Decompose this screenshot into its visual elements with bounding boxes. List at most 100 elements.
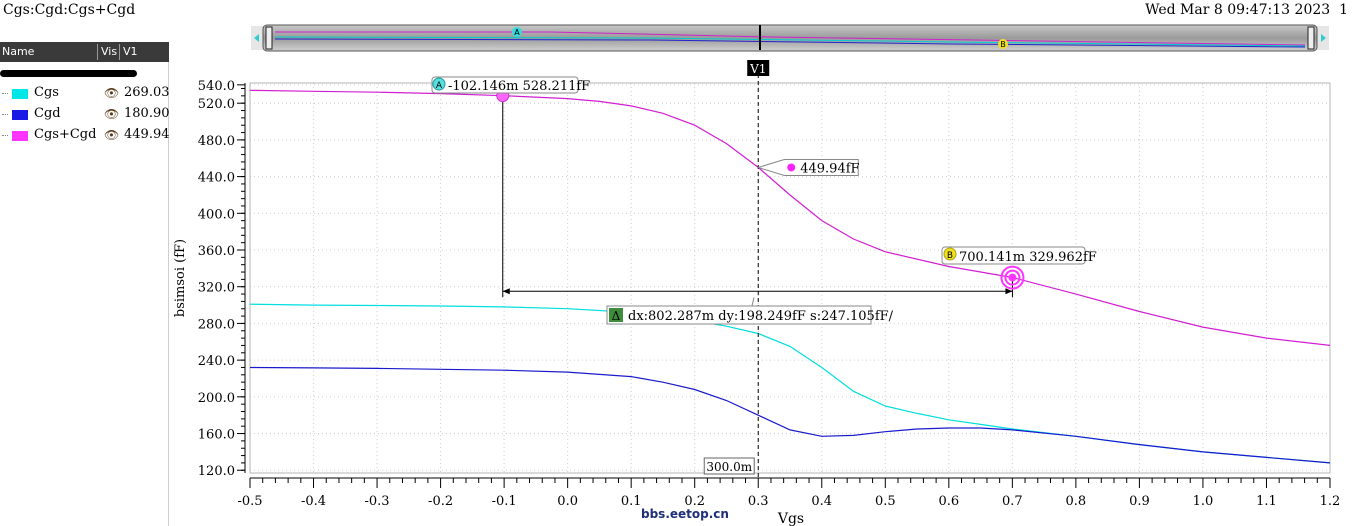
overview-marker-b-label: B	[1000, 40, 1006, 49]
delta-symbol: Δ	[612, 309, 621, 323]
legend-name: Cgd	[34, 106, 61, 121]
x-tick-label: -0.4	[301, 494, 326, 509]
x-tick-label: 1.1	[1256, 494, 1277, 509]
marker-a-callout	[431, 76, 579, 94]
series-line-cgd	[249, 366, 1331, 464]
delta-arrow-right-icon	[1005, 288, 1013, 295]
overlay: V1 300.0m 449.94fF Δ dx:802.287m dy:198.249f…	[431, 60, 1097, 478]
legend-value: 269.034	[124, 85, 169, 100]
tree-connector	[2, 114, 8, 115]
legend-swatch	[12, 89, 28, 99]
header-separator	[97, 44, 98, 60]
series-group	[249, 89, 1331, 464]
marker-b-letter: B	[947, 251, 953, 261]
y-tick-label: 120.0	[198, 464, 235, 479]
y-tick-label: 520.0	[198, 97, 235, 112]
legend-header-v1[interactable]: V1	[123, 45, 138, 58]
header-separator	[119, 44, 120, 60]
legend-swatch	[12, 110, 28, 120]
x-tick-label: 0.0	[557, 494, 578, 509]
cursor-x-label: 300.0m	[706, 460, 752, 474]
legend-name: Cgs	[34, 85, 59, 100]
marker-b-target-icon	[1008, 273, 1017, 282]
x-tick-label: 0.7	[1002, 494, 1023, 509]
x-tick-label: -0.5	[237, 494, 262, 509]
watermark: bbs.eetop.cn	[641, 507, 729, 521]
x-tick-label: -0.2	[428, 494, 453, 509]
cursor-point-dot	[787, 163, 796, 172]
marker-b-badge	[943, 247, 957, 261]
plot-frame	[249, 82, 1331, 474]
series-line-cgs	[249, 303, 1331, 464]
x-tick-label: -0.3	[365, 494, 390, 509]
overview-thumb[interactable]	[262, 24, 1318, 52]
overview-right-handle[interactable]	[1307, 26, 1315, 50]
legend-scrollbar[interactable]	[0, 70, 137, 77]
x-tick-label: 0.9	[1129, 494, 1150, 509]
marker-b-callout	[941, 246, 1086, 265]
y-tick-label: 160.0	[198, 428, 235, 443]
legend-swatch	[12, 131, 28, 141]
overview-scroller[interactable]: A B	[251, 23, 1329, 53]
marker-b-target-icon	[1004, 269, 1021, 286]
cursor-x-tag	[703, 457, 755, 475]
x-tick-label: 0.5	[875, 494, 896, 509]
series-line-cgs-cgd	[249, 89, 1331, 346]
y-tick-label: 440.0	[198, 171, 235, 186]
eye-icon[interactable]: 👁	[104, 107, 119, 121]
delta-badge	[609, 308, 623, 322]
x-tick-label: -0.1	[492, 494, 517, 509]
y-tick-label: 200.0	[198, 391, 235, 406]
eye-icon[interactable]: 👁	[104, 86, 119, 100]
legend-item-cgs[interactable]: Cgs 👁 269.034	[0, 85, 169, 103]
y-tick-label: 280.0	[198, 317, 235, 332]
legend-header-vis[interactable]: Vis	[101, 45, 117, 58]
y-tick-label: 240.0	[198, 354, 235, 369]
x-axis-label: Vgs	[777, 511, 804, 526]
y-tick-label: 540.0	[198, 79, 235, 94]
y-tick-label: 360.0	[198, 244, 235, 259]
page-number: 1	[1339, 2, 1348, 18]
delta-label: dx:802.287m dy:198.249fF s:247.105fF/	[628, 309, 894, 324]
y-tick-label: 400.0	[198, 207, 235, 222]
delta-arrow-left-icon	[502, 288, 510, 295]
x-tick-label: 0.1	[621, 494, 642, 509]
legend-header-name[interactable]: Name	[2, 45, 34, 58]
cursor-point-callout	[756, 158, 859, 176]
grid	[249, 83, 1331, 473]
window-datetime: Wed Mar 8 09:47:13 2023 1	[1145, 2, 1348, 18]
delta-label-box	[606, 305, 872, 325]
x-tick-label: 0.6	[938, 494, 959, 509]
datetime-text: Wed Mar 8 09:47:13 2023	[1145, 2, 1331, 18]
tree-connector	[2, 135, 8, 136]
overview-marker-a-label: A	[514, 28, 520, 37]
legend-header: Name Vis V1	[0, 42, 169, 62]
x-tick-label: 1.2	[1320, 494, 1341, 509]
cursor-v1-tag	[747, 60, 770, 76]
cursor-v1-label: V1	[749, 62, 766, 76]
marker-a-badge	[432, 77, 446, 91]
legend-value: 180.906	[124, 106, 169, 121]
x-tick-label: 0.3	[748, 494, 769, 509]
y-axis-label: bsimsoi (fF)	[173, 239, 188, 317]
x-tick-label: 1.0	[1193, 494, 1214, 509]
x-tick-label: 0.4	[811, 494, 832, 509]
marker-a-label: -102.146m 528.211fF	[448, 79, 590, 94]
overview-left-handle[interactable]	[265, 26, 273, 50]
cursor-point-label: 449.94fF	[800, 161, 859, 176]
legend-name: Cgs+Cgd	[34, 127, 97, 142]
axes: -0.5 -0.4 -0.3 -0.2 -0.1 0.0 0.1 0.2 0.3 0.4 0.5 0.…	[198, 79, 1341, 509]
legend-value: 449.94f	[124, 127, 169, 142]
marker-b-target-icon	[1000, 265, 1025, 290]
marker-a-point	[496, 89, 510, 103]
delta-callout-pointer	[751, 297, 755, 307]
marker-a-letter: A	[436, 81, 443, 91]
y-tick-label: 320.0	[198, 281, 235, 296]
legend-item-cgs-plus-cgd[interactable]: Cgs+Cgd 👁 449.94f	[0, 127, 169, 145]
tree-connector	[2, 93, 8, 94]
window-title: Cgs:Cgd:Cgs+Cgd	[3, 2, 136, 18]
marker-b-label: 700.141m 329.962fF	[959, 250, 1097, 265]
eye-icon[interactable]: 👁	[104, 128, 119, 142]
legend-item-cgd[interactable]: Cgd 👁 180.906	[0, 106, 169, 124]
x-tick-label: 0.8	[1066, 494, 1087, 509]
